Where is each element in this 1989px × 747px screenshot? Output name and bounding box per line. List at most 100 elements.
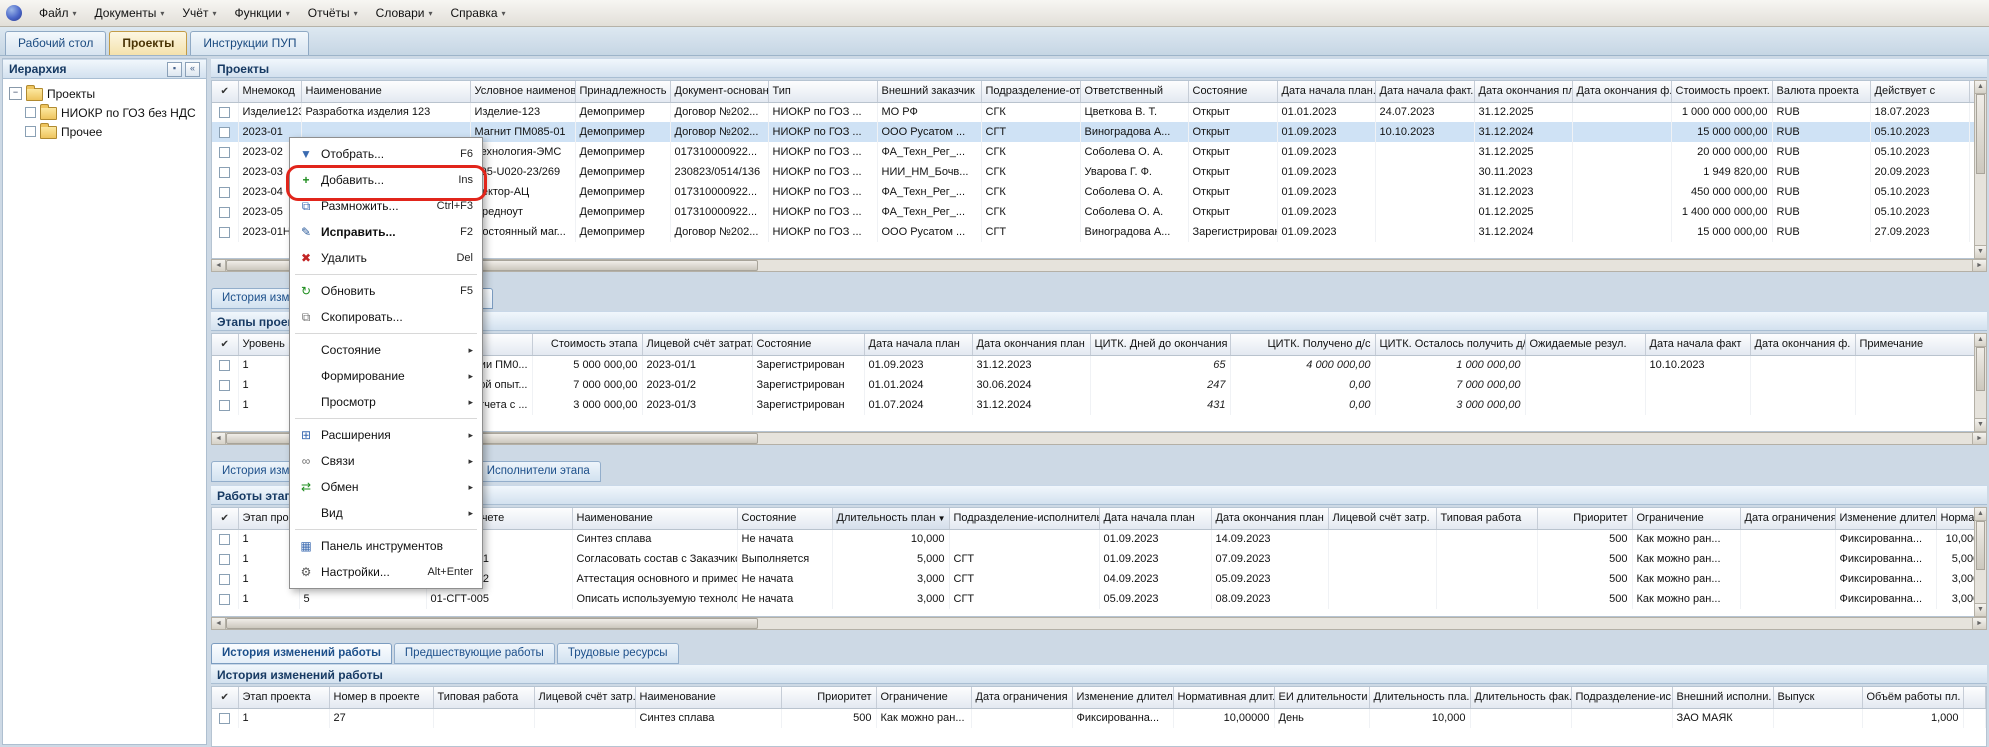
row-checkbox[interactable]: [219, 107, 230, 118]
row-checkbox[interactable]: [219, 227, 230, 238]
scroll-thumb[interactable]: [226, 618, 758, 629]
column-header[interactable]: Объём работы пл.: [1862, 687, 1963, 708]
tab-item[interactable]: История изменений работы: [211, 643, 392, 664]
works-hscrollbar[interactable]: ◄ ►: [211, 617, 1987, 630]
column-header[interactable]: Ожидаемые резул.: [1525, 334, 1645, 355]
column-header[interactable]: Внешний исполни.: [1672, 687, 1773, 708]
column-header[interactable]: Изменение длител.: [1072, 687, 1173, 708]
scroll-right-icon[interactable]: ►: [1972, 618, 1986, 629]
column-header[interactable]: Нормативная длит.: [1173, 687, 1274, 708]
scroll-right-icon[interactable]: ►: [1972, 433, 1986, 444]
column-header[interactable]: Лицевой счёт затр.: [1328, 508, 1436, 529]
column-header[interactable]: Номер в проекте: [329, 687, 433, 708]
scroll-up-icon[interactable]: ▲: [1975, 81, 1986, 94]
column-header[interactable]: Ответственный: [1080, 81, 1188, 102]
main-tab[interactable]: Рабочий стол: [5, 31, 106, 55]
context-menu-item-copy[interactable]: ⧉Скопировать...: [293, 304, 479, 330]
column-header[interactable]: Наименование: [635, 687, 781, 708]
column-header[interactable]: ЦИТК. Дней до окончания: [1090, 334, 1230, 355]
scroll-down-icon[interactable]: ▼: [1975, 603, 1986, 616]
scroll-thumb[interactable]: [1976, 521, 1985, 570]
column-header[interactable]: Стоимость этапа: [532, 334, 642, 355]
collapse-panel-icon[interactable]: «: [185, 62, 200, 77]
column-header[interactable]: Дата окончания ф.: [1572, 81, 1671, 102]
scroll-left-icon[interactable]: ◄: [212, 260, 226, 271]
column-header[interactable]: Примечание: [1855, 334, 1985, 355]
column-header[interactable]: Этап проекта: [238, 687, 329, 708]
row-checkbox[interactable]: [219, 574, 230, 585]
tab-item[interactable]: Исполнители этапа: [476, 461, 601, 482]
scroll-up-icon[interactable]: ▲: [1975, 508, 1986, 521]
column-header[interactable]: Дата окончания ф.: [1750, 334, 1855, 355]
column-header[interactable]: Лицевой счёт затр.: [534, 687, 635, 708]
column-header[interactable]: Наименование: [301, 81, 470, 102]
context-menu-item-edit[interactable]: ✎Исправить...F2: [293, 219, 479, 245]
context-menu-item-delete[interactable]: ✖УдалитьDel: [293, 245, 479, 271]
scroll-thumb[interactable]: [1976, 347, 1985, 391]
scroll-down-icon[interactable]: ▼: [1975, 418, 1986, 431]
column-header[interactable]: Состояние: [1188, 81, 1277, 102]
column-header[interactable]: Длительность план ▼: [832, 508, 949, 529]
column-header[interactable]: Длительность фак.: [1470, 687, 1571, 708]
row-checkbox[interactable]: [219, 400, 230, 411]
tree-node[interactable]: −Проекты: [5, 84, 204, 103]
column-header[interactable]: Дата окончания пл.: [1474, 81, 1572, 102]
context-menu-item-duplicate[interactable]: ⧉Размножить...Ctrl+F3: [293, 193, 479, 219]
column-header[interactable]: Внешний заказчик: [877, 81, 981, 102]
scroll-left-icon[interactable]: ◄: [212, 618, 226, 629]
select-all-header[interactable]: ✔: [212, 81, 238, 102]
scroll-right-icon[interactable]: ►: [1972, 260, 1986, 271]
menubar-item[interactable]: Отчёты▾: [299, 2, 367, 24]
checkbox[interactable]: [25, 126, 36, 137]
context-menu-item-add[interactable]: +Добавить...Ins: [293, 167, 479, 193]
context-menu-item-settings[interactable]: ⚙Настройки...Alt+Enter: [293, 559, 479, 585]
scroll-thumb[interactable]: [1976, 94, 1985, 174]
tab-item[interactable]: Предшествующие работы: [394, 643, 555, 664]
row-checkbox[interactable]: [219, 360, 230, 371]
column-header[interactable]: Типовая работа: [1436, 508, 1537, 529]
context-menu-item-appearance[interactable]: Вид▸: [293, 500, 479, 526]
row-checkbox[interactable]: [219, 713, 230, 724]
context-menu-item-formation[interactable]: Формирование▸: [293, 363, 479, 389]
table-row[interactable]: Изделие123Разработка изделия 123Изделие-…: [212, 102, 1986, 122]
checkbox[interactable]: [25, 107, 36, 118]
select-all-header[interactable]: ✔: [212, 508, 238, 529]
context-menu-item-refresh[interactable]: ↻ОбновитьF5: [293, 278, 479, 304]
column-header[interactable]: Дата начала план: [1099, 508, 1211, 529]
works-vscrollbar[interactable]: ▲ ▼: [1974, 507, 1987, 617]
column-header[interactable]: Мнемокод: [238, 81, 301, 102]
scroll-up-icon[interactable]: ▲: [1975, 334, 1986, 347]
menubar-item[interactable]: Словари▾: [367, 2, 442, 24]
context-menu-item-state[interactable]: Состояние▸: [293, 337, 479, 363]
column-header[interactable]: Подразделение-от.: [981, 81, 1080, 102]
row-checkbox[interactable]: [219, 207, 230, 218]
column-header[interactable]: ЦИТК. Получено д/с: [1230, 334, 1375, 355]
table-row[interactable]: 127Синтез сплава500Как можно ран...Фикси…: [212, 708, 1986, 728]
column-header[interactable]: Ограничение: [876, 687, 971, 708]
menubar-item[interactable]: Файл▾: [30, 2, 86, 24]
column-header[interactable]: Дата ограничения: [971, 687, 1072, 708]
column-header[interactable]: Выпуск: [1773, 687, 1862, 708]
scroll-down-icon[interactable]: ▼: [1975, 245, 1986, 258]
column-header[interactable]: Состояние: [737, 508, 832, 529]
column-header[interactable]: Дата начала факт: [1645, 334, 1750, 355]
select-all-header[interactable]: ✔: [212, 687, 238, 708]
row-checkbox[interactable]: [219, 594, 230, 605]
column-header[interactable]: Принадлежность: [575, 81, 670, 102]
column-header[interactable]: Приоритет: [1537, 508, 1632, 529]
column-header[interactable]: Валюта проекта: [1772, 81, 1870, 102]
projects-vscrollbar[interactable]: ▲ ▼: [1974, 80, 1987, 259]
tab-item[interactable]: Трудовые ресурсы: [557, 643, 679, 664]
column-header[interactable]: Подразделение-исполнитель.: [949, 508, 1099, 529]
expander-icon[interactable]: −: [9, 87, 22, 100]
row-checkbox[interactable]: [219, 167, 230, 178]
column-header[interactable]: Лицевой счёт затрат.: [642, 334, 752, 355]
column-header[interactable]: Подразделение-ис.: [1571, 687, 1672, 708]
column-header[interactable]: Стоимость проект.: [1671, 81, 1772, 102]
column-header[interactable]: Дата окончания план: [972, 334, 1090, 355]
context-menu-item-exchange[interactable]: ⇄Обмен▸: [293, 474, 479, 500]
column-header[interactable]: Дата окончания план: [1211, 508, 1328, 529]
column-header[interactable]: Тип: [768, 81, 877, 102]
column-header[interactable]: Дата начала план: [864, 334, 972, 355]
row-checkbox[interactable]: [219, 380, 230, 391]
